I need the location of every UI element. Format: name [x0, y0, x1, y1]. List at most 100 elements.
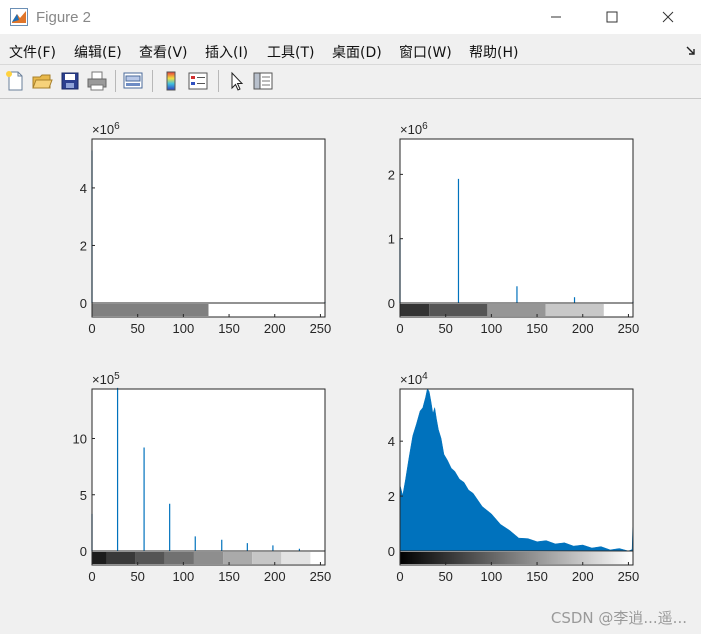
axis-exponent-label: ×104 — [400, 371, 428, 387]
close-button[interactable] — [645, 0, 691, 34]
toolbar-separator — [152, 70, 153, 92]
x-tick-label: 100 — [481, 321, 503, 336]
x-tick-label: 200 — [572, 321, 594, 336]
minimize-button[interactable] — [533, 0, 579, 34]
x-tick-label: 200 — [572, 569, 594, 584]
colorbar-segment — [429, 304, 488, 316]
toolbar-separator — [115, 70, 116, 92]
y-tick-label: 10 — [73, 432, 87, 447]
y-tick-label: 4 — [80, 181, 87, 196]
colorbar-segment — [208, 304, 325, 316]
menu-edit[interactable]: 编辑(E) — [74, 42, 122, 62]
maximize-button[interactable] — [589, 0, 635, 34]
x-tick-label: 0 — [88, 321, 95, 336]
colorbar-segment — [281, 552, 311, 564]
edit-plot-cursor-icon[interactable] — [226, 70, 248, 92]
menu-file[interactable]: 文件(F) — [9, 42, 56, 62]
x-tick-label: 200 — [264, 321, 286, 336]
x-tick-label: 50 — [130, 569, 144, 584]
toolbar — [0, 66, 701, 96]
exponent-power: 4 — [422, 371, 428, 382]
y-tick-label: 0 — [388, 296, 395, 311]
open-file-icon[interactable] — [31, 70, 53, 92]
x-tick-label: 0 — [88, 569, 95, 584]
toolbar-separator — [218, 70, 219, 92]
colorbar-segment — [193, 552, 224, 564]
insert-colorbar-icon[interactable] — [160, 70, 182, 92]
y-tick-label: 1 — [388, 232, 395, 247]
x-tick-label: 100 — [173, 569, 195, 584]
axes-background[interactable] — [92, 139, 325, 317]
x-tick-label: 50 — [438, 569, 452, 584]
menu-tools[interactable]: 工具(T) — [267, 42, 314, 62]
save-icon[interactable] — [59, 70, 81, 92]
exponent-power: 6 — [114, 121, 120, 132]
exponent-power: 6 — [422, 121, 428, 132]
x-tick-label: 150 — [218, 569, 240, 584]
window-title: Figure 2 — [36, 9, 92, 26]
x-tick-label: 50 — [438, 321, 452, 336]
colorbar-segment — [135, 552, 165, 564]
menu-insert[interactable]: 插入(I) — [205, 42, 248, 62]
colorbar-segment — [164, 552, 194, 564]
y-tick-label: 4 — [388, 434, 395, 449]
x-tick-label: 250 — [310, 321, 332, 336]
exponent-base: ×10 — [92, 122, 114, 137]
link-plot-icon[interactable] — [122, 70, 144, 92]
x-tick-label: 150 — [526, 569, 548, 584]
gray-colorbar — [400, 552, 633, 564]
y-tick-label: 2 — [80, 238, 87, 253]
insert-legend-icon[interactable] — [187, 70, 209, 92]
x-tick-label: 100 — [173, 321, 195, 336]
minimize-icon — [551, 16, 561, 18]
title-bar: Figure 2 — [0, 0, 701, 34]
y-tick-label: 2 — [388, 167, 395, 182]
figure-window: Figure 2 文件(F) 编辑(E) 查看(V) 插入(I) 工具(T) 桌… — [0, 0, 701, 634]
maximize-icon — [606, 11, 618, 23]
print-icon[interactable] — [86, 70, 108, 92]
x-tick-label: 50 — [130, 321, 144, 336]
exponent-power: 5 — [114, 371, 120, 382]
y-tick-label: 0 — [80, 296, 87, 311]
matlab-logo-icon — [10, 8, 28, 26]
x-tick-label: 250 — [310, 569, 332, 584]
y-tick-label: 5 — [80, 488, 87, 503]
menu-window[interactable]: 窗口(W) — [399, 42, 452, 62]
colorbar-segment — [400, 304, 430, 316]
colorbar-segment — [310, 552, 325, 564]
y-tick-label: 0 — [80, 544, 87, 559]
dock-arrow-icon[interactable] — [686, 46, 696, 56]
menu-help[interactable]: 帮助(H) — [469, 42, 518, 62]
x-tick-label: 100 — [481, 569, 503, 584]
colorbar-segment — [223, 552, 253, 564]
watermark-text: CSDN @李逍...遥... — [550, 609, 687, 627]
property-inspector-icon[interactable] — [252, 70, 274, 92]
menu-divider — [0, 64, 701, 65]
x-tick-label: 150 — [218, 321, 240, 336]
x-tick-label: 0 — [396, 321, 403, 336]
y-tick-label: 0 — [388, 544, 395, 559]
axis-exponent-label: ×106 — [92, 121, 120, 137]
y-tick-label: 2 — [388, 489, 395, 504]
colorbar-segment — [92, 552, 107, 564]
x-tick-label: 150 — [526, 321, 548, 336]
figure-canvas: 0240 50 100 150 200 250×1060120 50 100 150 200 250… — [73, 121, 640, 584]
colorbar-segment — [252, 552, 282, 564]
menu-bar: 文件(F) 编辑(E) 查看(V) 插入(I) 工具(T) 桌面(D) 窗口(W… — [0, 38, 701, 64]
menu-desktop[interactable]: 桌面(D) — [332, 42, 382, 62]
axes-background[interactable] — [92, 389, 325, 565]
colorbar-segment — [106, 552, 136, 564]
x-tick-label: 250 — [618, 321, 640, 336]
menu-view[interactable]: 查看(V) — [139, 42, 188, 62]
exponent-base: ×10 — [400, 122, 422, 137]
axis-exponent-label: ×106 — [400, 121, 428, 137]
figure-canvas-area: 0 2 4 0 50 100 150 200 250 ×106 0 1 2 0 50 100 150 200 250… — [0, 99, 701, 634]
close-icon — [662, 11, 674, 23]
exponent-base: ×10 — [92, 372, 114, 387]
x-tick-label: 200 — [264, 569, 286, 584]
axis-exponent-label: ×105 — [92, 371, 120, 387]
colorbar-segment — [545, 304, 604, 316]
colorbar-segment — [92, 304, 209, 316]
exponent-base: ×10 — [400, 372, 422, 387]
new-figure-icon[interactable] — [4, 70, 26, 92]
